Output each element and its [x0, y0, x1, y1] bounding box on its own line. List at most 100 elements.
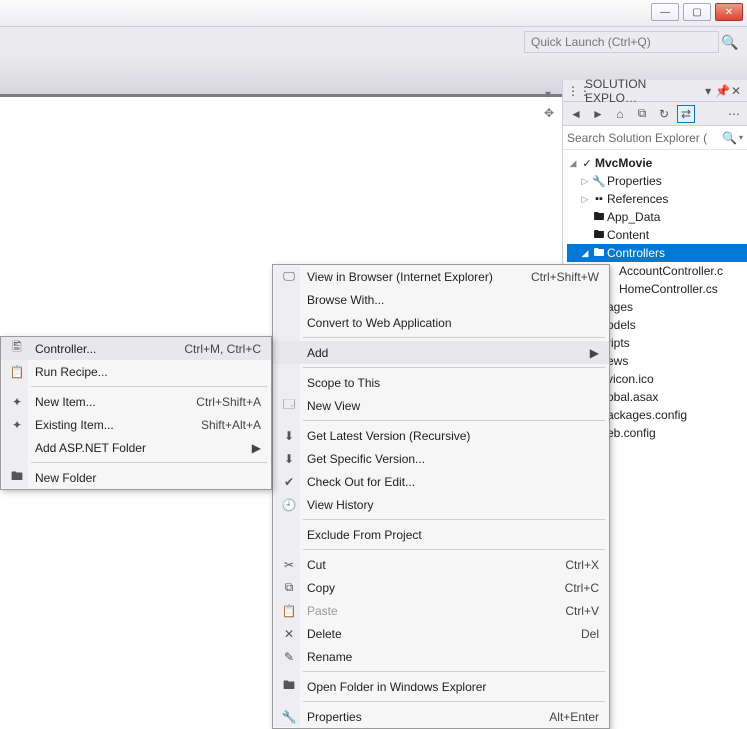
- search-icon: 🔍: [722, 131, 737, 145]
- menu-item[interactable]: 🖺Controller...Ctrl+M, Ctrl+C: [1, 337, 271, 360]
- menu-item-label: Add: [301, 346, 587, 360]
- menu-item[interactable]: ✔Check Out for Edit...: [273, 470, 609, 493]
- menu-item-icon: 📋: [277, 604, 301, 618]
- menu-item-label: New View: [301, 399, 599, 413]
- menu-item[interactable]: ✕DeleteDel: [273, 622, 609, 645]
- split-grip-icon[interactable]: ✥: [544, 106, 554, 120]
- menu-item-shortcut: Ctrl+Shift+W: [511, 270, 599, 284]
- menu-item[interactable]: Scope to This: [273, 371, 609, 394]
- menu-item-shortcut: Ctrl+Shift+A: [176, 395, 261, 409]
- tree-node-label: Controllers: [607, 246, 665, 260]
- search-icon[interactable]: 🔍: [719, 31, 741, 53]
- tree-node-label: obal.asax: [607, 390, 658, 404]
- menu-item-icon: ✦: [5, 395, 29, 409]
- menu-separator: [31, 462, 267, 463]
- menu-item[interactable]: 📋Run Recipe...: [1, 360, 271, 383]
- menu-item-label: Properties: [301, 710, 529, 724]
- tree-node-label: App_Data: [607, 210, 660, 224]
- minimize-button[interactable]: —: [651, 3, 679, 21]
- tree-root[interactable]: ◢ ✓ MvcMovie: [567, 154, 747, 172]
- menu-item-label: Browse With...: [301, 293, 599, 307]
- tree-root-label: MvcMovie: [595, 156, 652, 170]
- back-icon[interactable]: ◄: [567, 105, 585, 123]
- submenu-arrow-icon: ▶: [249, 441, 261, 455]
- menu-item-shortcut: Shift+Alt+A: [181, 418, 261, 432]
- menu-item[interactable]: Add▶: [273, 341, 609, 364]
- context-menu-main: 🖵View in Browser (Internet Explorer)Ctrl…: [272, 264, 610, 729]
- menu-item-icon: 📋: [5, 365, 29, 379]
- menu-item-label: Exclude From Project: [301, 528, 599, 542]
- menu-item-label: Controller...: [29, 342, 164, 356]
- panel-title-text: SOLUTION EXPLO…: [585, 77, 701, 105]
- maximize-button[interactable]: ▢: [683, 3, 711, 21]
- panel-dropdown-icon[interactable]: ▾: [701, 84, 715, 98]
- menu-separator: [31, 386, 267, 387]
- menu-item[interactable]: ⬇Get Latest Version (Recursive): [273, 424, 609, 447]
- menu-item[interactable]: 🖵View in Browser (Internet Explorer)Ctrl…: [273, 265, 609, 288]
- forward-icon[interactable]: ►: [589, 105, 607, 123]
- menu-item-label: Scope to This: [301, 376, 599, 390]
- menu-item[interactable]: 🖿Open Folder in Windows Explorer: [273, 675, 609, 698]
- menu-item-label: Rename: [301, 650, 599, 664]
- menu-item-icon: 🖵: [277, 269, 301, 284]
- collapse-icon[interactable]: ⧉: [633, 105, 651, 123]
- menu-item-shortcut: Del: [561, 627, 599, 641]
- tree-node[interactable]: 🖿Content: [567, 226, 747, 244]
- menu-item[interactable]: ✎Rename: [273, 645, 609, 668]
- menu-item[interactable]: ✦Existing Item...Shift+Alt+A: [1, 413, 271, 436]
- folder-icon: 🔧: [591, 175, 607, 188]
- menu-item-label: Copy: [301, 581, 545, 595]
- submenu-arrow-icon: ▶: [587, 346, 599, 360]
- menu-item[interactable]: Convert to Web Application: [273, 311, 609, 334]
- menu-item-label: Add ASP.NET Folder: [29, 441, 249, 455]
- sync-icon[interactable]: ⇄: [677, 105, 695, 123]
- menu-item[interactable]: 🖿New Folder: [1, 466, 271, 489]
- menu-item-icon: 🖿: [5, 467, 29, 488]
- tree-node-label: Properties: [607, 174, 662, 188]
- menu-separator: [303, 420, 605, 421]
- tree-node[interactable]: ◢🖿Controllers: [567, 244, 747, 262]
- menu-item-icon: 🗔: [277, 395, 301, 416]
- menu-item[interactable]: ✂CutCtrl+X: [273, 553, 609, 576]
- menu-item: 📋PasteCtrl+V: [273, 599, 609, 622]
- tree-node[interactable]: ▷▪▪References: [567, 190, 747, 208]
- panel-icon: ⋮⋮: [567, 84, 581, 98]
- expand-icon[interactable]: ◢: [579, 248, 591, 259]
- menu-item-icon: 🔧: [277, 710, 301, 724]
- menu-item[interactable]: 🔧PropertiesAlt+Enter: [273, 705, 609, 728]
- tree-node-label: AccountController.c: [619, 264, 723, 278]
- menu-item-icon: 🖺: [5, 338, 29, 359]
- tree-node[interactable]: ▷🔧Properties: [567, 172, 747, 190]
- menu-item[interactable]: ✦New Item...Ctrl+Shift+A: [1, 390, 271, 413]
- quick-launch-input[interactable]: [524, 31, 719, 53]
- expand-icon[interactable]: ▷: [579, 176, 591, 187]
- menu-item-shortcut: Ctrl+M, Ctrl+C: [164, 342, 261, 356]
- home-icon[interactable]: ⌂: [611, 105, 629, 123]
- menu-item[interactable]: ⧉CopyCtrl+C: [273, 576, 609, 599]
- menu-item-label: View History: [301, 498, 599, 512]
- expand-icon[interactable]: ▷: [579, 194, 591, 205]
- overflow-icon[interactable]: ⋯: [725, 105, 743, 123]
- refresh-icon[interactable]: ↻: [655, 105, 673, 123]
- panel-search-placeholder: Search Solution Explorer (: [567, 131, 722, 145]
- dropdown-arrow-icon[interactable]: ▾: [545, 87, 551, 101]
- panel-pin-icon[interactable]: 📌: [715, 84, 729, 98]
- menu-item-icon: ✦: [5, 418, 29, 432]
- menu-separator: [303, 367, 605, 368]
- expand-icon[interactable]: ◢: [567, 158, 579, 169]
- menu-item[interactable]: 🗔New View: [273, 394, 609, 417]
- tree-node[interactable]: 🖿App_Data: [567, 208, 747, 226]
- menu-item[interactable]: 🕘View History: [273, 493, 609, 516]
- tree-node-label: ripts: [607, 336, 630, 350]
- panel-title-bar[interactable]: ⋮⋮ SOLUTION EXPLO… ▾ 📌 ✕: [563, 80, 747, 102]
- close-button[interactable]: ✕: [715, 3, 743, 21]
- menu-item[interactable]: Exclude From Project: [273, 523, 609, 546]
- menu-separator: [303, 671, 605, 672]
- panel-search-box[interactable]: Search Solution Explorer ( 🔍▾: [563, 126, 747, 150]
- menu-item[interactable]: Browse With...: [273, 288, 609, 311]
- menu-item[interactable]: ⬇Get Specific Version...: [273, 447, 609, 470]
- dropdown-icon[interactable]: ▾: [739, 133, 743, 142]
- menu-item[interactable]: Add ASP.NET Folder▶: [1, 436, 271, 459]
- menu-item-icon: ✂: [277, 558, 301, 572]
- panel-close-icon[interactable]: ✕: [729, 84, 743, 98]
